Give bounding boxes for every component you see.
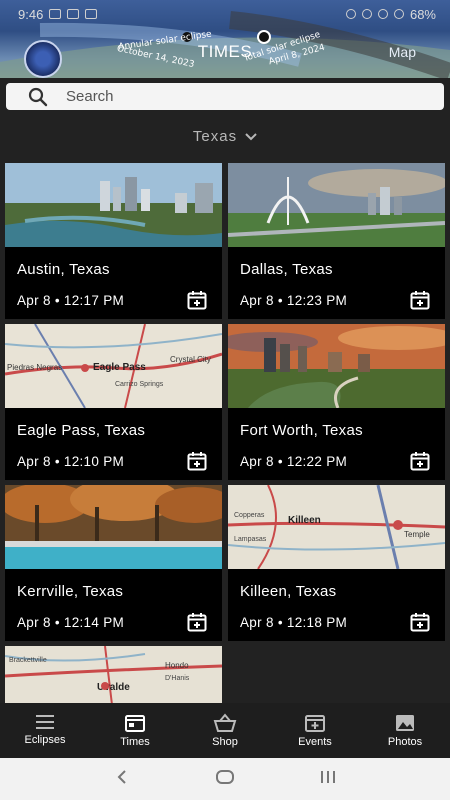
city-map: Eagle Pass Crystal City Carrizo Springs … bbox=[5, 324, 222, 408]
city-name: Fort Worth, Texas bbox=[240, 422, 363, 439]
add-to-calendar-icon[interactable] bbox=[187, 612, 207, 632]
home-button[interactable] bbox=[205, 768, 245, 791]
tab-label: Times bbox=[120, 736, 150, 748]
city-name: Eagle Pass, Texas bbox=[17, 422, 146, 439]
vibrate-icon bbox=[345, 9, 356, 19]
city-photo bbox=[228, 163, 445, 247]
add-to-calendar-icon[interactable] bbox=[410, 290, 430, 310]
tab-label: Shop bbox=[212, 736, 238, 748]
map-label: Eagle Pass bbox=[93, 362, 146, 373]
map-label: Copperas bbox=[234, 512, 265, 519]
calendar-plus-icon bbox=[305, 715, 325, 732]
status-time: 9:46 bbox=[18, 6, 44, 22]
image-icon bbox=[396, 715, 414, 731]
notification-icon bbox=[49, 9, 62, 19]
tab-label: Eclipses bbox=[24, 734, 66, 746]
city-photo bbox=[5, 485, 222, 569]
recents-icon bbox=[321, 770, 336, 783]
location-card[interactable]: Eagle Pass Crystal City Carrizo Springs … bbox=[5, 324, 222, 480]
chevron-down-icon bbox=[245, 132, 257, 140]
map-label: Temple bbox=[404, 530, 430, 539]
map-link[interactable]: Map bbox=[389, 44, 416, 60]
map-label: D'Hanis bbox=[165, 675, 190, 682]
signal-icon bbox=[393, 9, 404, 19]
city-name: Dallas, Texas bbox=[240, 261, 333, 278]
lock-icon bbox=[67, 9, 80, 19]
page-title: TIMES bbox=[197, 42, 253, 61]
add-to-calendar-icon[interactable] bbox=[187, 451, 207, 471]
recents-button[interactable] bbox=[308, 768, 348, 791]
city-photo bbox=[5, 163, 222, 247]
system-nav-bar bbox=[0, 758, 450, 800]
state-label: Texas bbox=[192, 128, 238, 145]
city-photo bbox=[228, 324, 445, 408]
eclipse-time: Apr 8 • 12:23 PM bbox=[240, 293, 348, 308]
search-icon bbox=[28, 87, 48, 106]
eclipse-time: Apr 8 • 12:22 PM bbox=[240, 454, 348, 469]
back-button[interactable] bbox=[102, 768, 142, 791]
back-icon bbox=[117, 769, 126, 784]
map-label: Piedras Negras bbox=[7, 363, 62, 372]
map-label: Brackettville bbox=[9, 657, 47, 664]
battery-level: 68% bbox=[409, 6, 436, 22]
calendar-icon bbox=[125, 715, 145, 732]
bottom-tab-bar: Eclipses Times Shop Events Photos bbox=[0, 703, 450, 758]
map-label: Hondo bbox=[165, 661, 189, 670]
location-card[interactable]: Dallas, Texas Apr 8 • 12:23 PM bbox=[228, 163, 445, 319]
bluetooth-icon bbox=[361, 9, 372, 19]
map-label: Crystal City bbox=[170, 355, 211, 364]
menu-icon bbox=[36, 715, 54, 729]
tab-times[interactable]: Times bbox=[90, 703, 180, 758]
map-label: Carrizo Springs bbox=[115, 381, 164, 388]
status-bar: 9:46 68% bbox=[0, 0, 450, 28]
basket-icon bbox=[213, 713, 237, 732]
add-to-calendar-icon[interactable] bbox=[410, 612, 430, 632]
tab-eclipses[interactable]: Eclipses bbox=[0, 703, 90, 758]
city-name: Austin, Texas bbox=[17, 261, 110, 278]
tab-events[interactable]: Events bbox=[270, 703, 360, 758]
tab-photos[interactable]: Photos bbox=[360, 703, 450, 758]
tab-label: Photos bbox=[387, 736, 423, 748]
state-filter[interactable]: Texas bbox=[0, 128, 450, 145]
city-name: Killeen, Texas bbox=[240, 583, 337, 600]
eclipse-time: Apr 8 • 12:14 PM bbox=[17, 615, 125, 630]
city-map: Killeen Copperas Lampasas Temple bbox=[228, 485, 445, 569]
map-label: Lampasas bbox=[234, 536, 267, 543]
home-icon bbox=[215, 769, 234, 784]
eclipse-time: Apr 8 • 12:17 PM bbox=[17, 293, 125, 308]
tab-shop[interactable]: Shop bbox=[180, 703, 270, 758]
location-card[interactable]: Kerrville, Texas Apr 8 • 12:14 PM bbox=[5, 485, 222, 641]
location-grid: Austin, Texas Apr 8 • 12:17 PM Dallas, T… bbox=[5, 163, 445, 703]
add-to-calendar-icon[interactable] bbox=[187, 290, 207, 310]
image-notification-icon bbox=[85, 9, 98, 19]
city-name: Kerrville, Texas bbox=[17, 583, 124, 600]
location-card[interactable]: Fort Worth, Texas Apr 8 • 12:22 PM bbox=[228, 324, 445, 480]
map-label: Killeen bbox=[288, 515, 321, 526]
eclipse-time: Apr 8 • 12:18 PM bbox=[240, 615, 348, 630]
city-map: Uvalde Hondo D'Hanis Brackettville bbox=[5, 646, 222, 703]
tab-label: Events bbox=[298, 736, 332, 748]
location-card[interactable]: Austin, Texas Apr 8 • 12:17 PM bbox=[5, 163, 222, 319]
search-input[interactable]: Search bbox=[66, 88, 114, 105]
eclipse-time: Apr 8 • 12:10 PM bbox=[17, 454, 125, 469]
wifi-icon bbox=[377, 9, 388, 19]
location-card[interactable]: Uvalde Hondo D'Hanis Brackettville bbox=[5, 646, 222, 703]
add-to-calendar-icon[interactable] bbox=[410, 451, 430, 471]
location-card[interactable]: Killeen Copperas Lampasas Temple Killeen… bbox=[228, 485, 445, 641]
search-bar[interactable]: Search bbox=[6, 83, 444, 110]
